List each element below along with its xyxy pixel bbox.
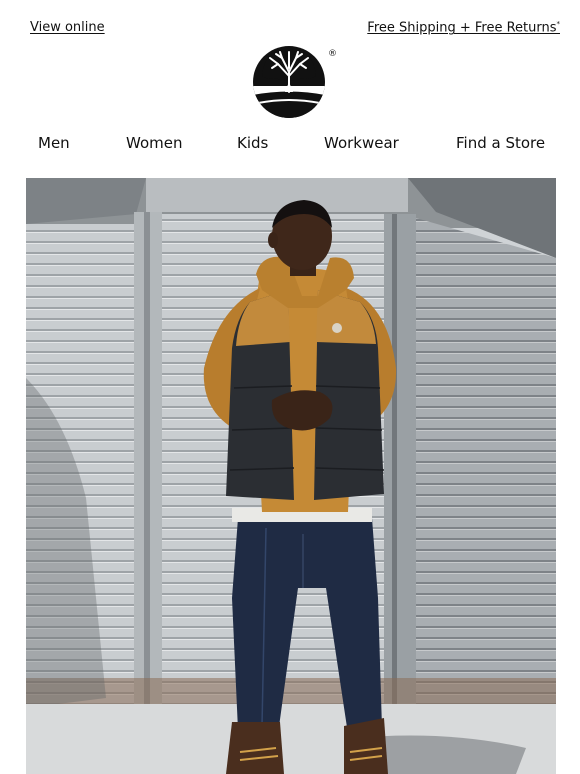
nav-item-men[interactable]: Men (38, 134, 70, 152)
shipping-promo-link[interactable]: Free Shipping + Free Returns* (367, 20, 560, 35)
main-nav: Men Women Kids Workwear Find a Store (0, 134, 580, 156)
hero-photo (26, 178, 556, 774)
brand-logo[interactable]: ® (252, 42, 337, 120)
nav-item-women[interactable]: Women (126, 134, 182, 152)
nav-item-find-a-store[interactable]: Find a Store (456, 134, 545, 152)
shipping-mark: * (556, 20, 561, 28)
nav-item-workwear[interactable]: Workwear (324, 134, 399, 152)
nav-item-kids[interactable]: Kids (237, 134, 268, 152)
tree-logo-icon: ® (253, 46, 337, 118)
top-bar: View online Free Shipping + Free Returns… (0, 0, 580, 40)
view-online-link[interactable]: View online (30, 20, 105, 35)
registered-mark: ® (328, 49, 336, 59)
hero-image[interactable] (26, 178, 556, 774)
shipping-promo-text: Free Shipping + Free Returns (367, 20, 557, 36)
